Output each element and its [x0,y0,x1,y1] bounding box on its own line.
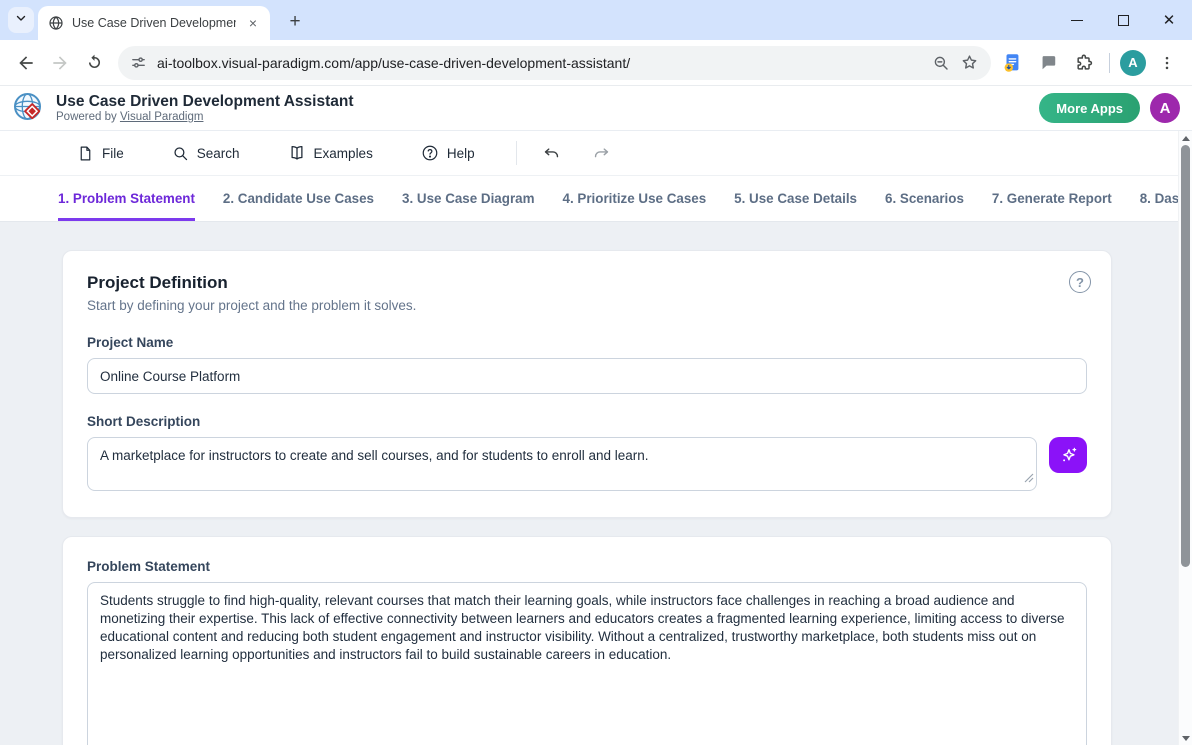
menu-search[interactable]: Search [159,137,253,170]
help-icon [421,144,439,162]
document-download-icon [1001,52,1023,74]
feedback-extension-button[interactable] [1033,48,1063,78]
scrollbar-thumb[interactable] [1181,145,1190,567]
short-description-label: Short Description [87,414,1087,429]
sparkles-icon [1058,445,1079,466]
menu-file[interactable]: File [64,137,137,170]
book-icon [288,144,306,162]
forward-button[interactable] [44,47,76,79]
tab-use-case-diagram[interactable]: 3. Use Case Diagram [402,176,535,221]
undo-icon [542,144,561,163]
main-content: Project Definition Start by defining you… [0,222,1178,745]
scroll-up-button[interactable] [1179,131,1192,145]
problem-statement-label: Problem Statement [87,559,1087,574]
globe-favicon-icon [48,15,64,31]
tab-generate-report[interactable]: 7. Generate Report [992,176,1112,221]
tab-scenarios[interactable]: 6. Scenarios [885,176,964,221]
tab-close-icon[interactable]: × [244,14,262,32]
powered-by: Powered by Visual Paradigm [56,111,353,123]
browser-window: Use Case Driven Development Assistant × … [0,0,1192,745]
bookmark-star-icon[interactable] [960,53,979,72]
back-icon [16,53,36,73]
card-title: Project Definition [87,273,1087,293]
redo-button[interactable] [585,137,619,169]
page-scrollbar[interactable] [1178,131,1192,745]
tab-search-button[interactable] [8,7,34,33]
reload-button[interactable] [78,47,110,79]
scroll-down-icon [1182,736,1190,741]
project-definition-card: Project Definition Start by defining you… [62,250,1112,518]
scroll-down-button[interactable] [1179,731,1192,745]
problem-statement-card: Problem Statement Students struggle to f… [62,536,1112,745]
maximize-button[interactable] [1100,0,1146,40]
minimize-button[interactable] [1054,0,1100,40]
close-window-button[interactable]: ✕ [1146,0,1192,40]
docs-extension-button[interactable] [997,48,1027,78]
browser-menu-button[interactable] [1152,48,1182,78]
zoom-out-icon[interactable] [932,54,950,72]
user-avatar[interactable]: A [1150,93,1180,123]
maximize-icon [1118,15,1129,26]
speech-bubble-icon [1039,53,1058,72]
site-settings-icon[interactable] [130,54,147,71]
forward-icon [50,53,70,73]
address-bar[interactable]: ai-toolbox.visual-paradigm.com/app/use-c… [118,46,991,80]
more-apps-button[interactable]: More Apps [1039,93,1140,123]
menu-help[interactable]: Help [408,136,488,170]
close-icon: ✕ [1163,13,1176,28]
step-tabs: 1. Problem Statement 2. Candidate Use Ca… [0,176,1178,222]
menubar-divider [516,141,517,165]
card-subtitle: Start by defining your project and the p… [87,298,1087,313]
browser-tab[interactable]: Use Case Driven Development Assistant × [38,6,270,40]
tab-candidate-use-cases[interactable]: 2. Candidate Use Cases [223,176,374,221]
ai-generate-button[interactable] [1049,437,1087,473]
browser-titlebar: Use Case Driven Development Assistant × … [0,0,1192,40]
app-menubar: File Search Examples Help [0,131,1178,176]
app-title: Use Case Driven Development Assistant [56,93,353,111]
menu-examples[interactable]: Examples [275,136,386,170]
reload-icon [85,53,104,72]
toolbar-divider [1109,53,1110,73]
card-help-icon[interactable]: ? [1069,271,1091,293]
search-icon [172,145,189,162]
app-header: Use Case Driven Development Assistant Po… [0,86,1192,131]
tab-use-case-details[interactable]: 5. Use Case Details [734,176,857,221]
kebab-menu-icon [1158,54,1176,72]
minimize-icon [1071,20,1083,21]
back-button[interactable] [10,47,42,79]
scroll-up-icon [1182,136,1190,141]
browser-profile-avatar[interactable]: A [1120,50,1146,76]
undo-button[interactable] [535,137,569,169]
tab-title: Use Case Driven Development Assistant [72,16,236,30]
visual-paradigm-logo [12,91,46,125]
extensions-button[interactable] [1069,48,1099,78]
window-controls: ✕ [1054,0,1192,40]
short-description-textarea[interactable]: A marketplace for instructors to create … [87,437,1037,491]
tab-problem-statement[interactable]: 1. Problem Statement [58,176,195,221]
redo-icon [592,144,611,163]
project-name-input[interactable] [87,358,1087,394]
url-text[interactable]: ai-toolbox.visual-paradigm.com/app/use-c… [157,55,922,71]
project-name-label: Project Name [87,335,1087,350]
app-title-block: Use Case Driven Development Assistant Po… [56,93,353,123]
visual-paradigm-link[interactable]: Visual Paradigm [120,111,204,123]
file-icon [77,145,94,162]
browser-toolbar: ai-toolbox.visual-paradigm.com/app/use-c… [0,40,1192,86]
chevron-down-icon [14,11,28,30]
problem-statement-textarea[interactable]: Students struggle to find high-quality, … [87,582,1087,745]
new-tab-button[interactable]: + [282,9,308,35]
tab-prioritize-use-cases[interactable]: 4. Prioritize Use Cases [563,176,707,221]
puzzle-icon [1074,53,1094,73]
extension-cluster: A [997,48,1182,78]
